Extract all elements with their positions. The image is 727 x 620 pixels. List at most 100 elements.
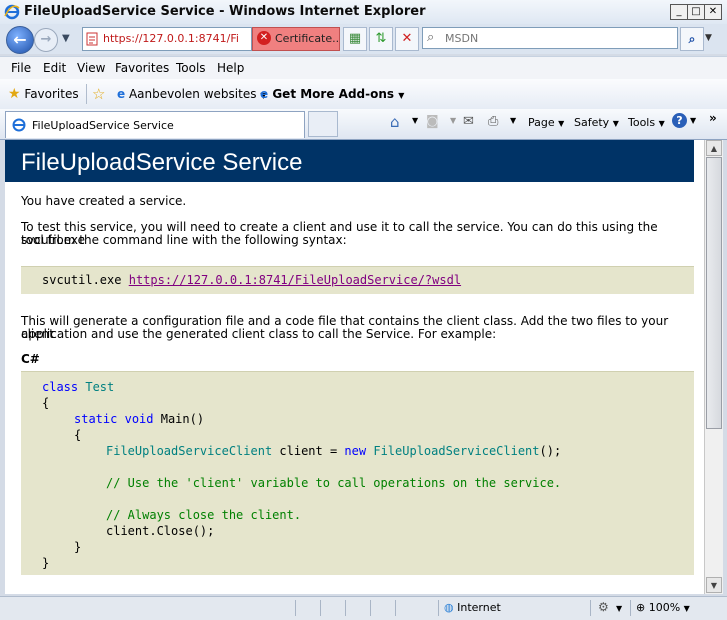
compatibility-view-button[interactable]: ▦	[343, 27, 367, 51]
code-line-1: class Test	[42, 380, 114, 394]
favorites-bar: ★ Favorites ☆ e Aanbevolen websites ▼ e …	[0, 79, 727, 110]
status-divider	[630, 600, 631, 616]
chevron-down-icon[interactable]: ▼	[616, 604, 622, 613]
chevron-down-icon[interactable]: ▼	[450, 116, 456, 125]
search-input[interactable]	[443, 30, 675, 46]
menu-favorites[interactable]: Favorites	[115, 61, 169, 75]
close-window-button[interactable]: ✕	[704, 4, 722, 20]
code-text: Main()	[160, 412, 205, 426]
certificate-error-label: Certificate...	[275, 32, 340, 45]
menu-bar: File Edit View Favorites Tools Help	[0, 56, 727, 80]
menu-view[interactable]: View	[77, 61, 105, 75]
forward-arrow-icon: →	[40, 32, 52, 47]
tab-page-icon	[12, 118, 26, 132]
home-icon[interactable]: ⌂	[390, 113, 400, 131]
address-row: ← → ▼ https://127.0.0.1:8741/Fi ✕ Certif…	[0, 24, 727, 54]
new-tab-button[interactable]	[308, 111, 338, 137]
search-box[interactable]: ⌕	[422, 27, 678, 49]
back-button[interactable]: ←	[6, 26, 34, 54]
scroll-down-button[interactable]: ▼	[706, 577, 722, 593]
search-options-dropdown-icon[interactable]: ▼	[705, 33, 712, 43]
get-addons-label: Get More Add-ons	[272, 87, 395, 101]
status-divider	[438, 600, 439, 616]
chevron-down-icon: ▼	[658, 119, 665, 128]
refresh-icon: ⇅	[375, 31, 387, 46]
safety-menu[interactable]: Safety ▼	[574, 116, 619, 129]
suggested-sites-button[interactable]: e Aanbevolen websites ▼	[117, 87, 266, 101]
code-keyword: new	[344, 444, 367, 458]
compatibility-icon: ▦	[348, 31, 362, 46]
add-to-favorites-icon[interactable]: ☆	[92, 85, 105, 103]
menu-file[interactable]: File	[11, 61, 31, 75]
scroll-up-button[interactable]: ▲	[706, 140, 722, 156]
generate-line-2: application and use the generated client…	[21, 327, 497, 341]
menu-help[interactable]: Help	[217, 61, 244, 75]
chevron-down-icon: ▼	[612, 119, 619, 128]
wsdl-link[interactable]: https://127.0.0.1:8741/FileUploadService…	[129, 273, 461, 287]
page-menu[interactable]: Page ▼	[528, 116, 564, 129]
search-button[interactable]: ⌕	[680, 27, 704, 51]
certificate-error-button[interactable]: ✕ Certificate...	[252, 27, 340, 51]
code-type: FileUploadServiceClient	[106, 444, 273, 458]
chevron-down-icon[interactable]: ▼	[690, 116, 696, 125]
ie-page-icon: e	[117, 87, 126, 101]
address-field[interactable]: https://127.0.0.1:8741/Fi	[82, 27, 252, 51]
favorites-button[interactable]: ★ Favorites	[8, 86, 79, 102]
stop-button[interactable]: ✕	[395, 27, 419, 51]
status-divider	[320, 600, 321, 616]
status-divider	[295, 600, 296, 616]
history-dropdown-icon[interactable]: ▼	[62, 33, 70, 44]
zoom-level: 100%	[648, 601, 681, 614]
code-keyword: void	[124, 412, 154, 426]
feeds-icon[interactable]: ◙	[426, 114, 439, 129]
zone-label: Internet	[457, 601, 501, 614]
code-line-8: client.Close();	[106, 524, 215, 538]
zoom-control[interactable]: ⊕ 100% ▼	[636, 601, 690, 614]
scroll-thumb[interactable]	[706, 157, 722, 429]
forward-button[interactable]: →	[34, 28, 58, 52]
code-comment: // Always close the client.	[106, 508, 302, 522]
address-url: https://127.0.0.1:8741/Fi	[103, 32, 239, 45]
get-addons-button[interactable]: e Get More Add-ons ▼	[260, 87, 404, 101]
code-line-5: FileUploadServiceClient client = new Fil…	[106, 444, 561, 458]
menu-edit[interactable]: Edit	[43, 61, 66, 75]
refresh-button[interactable]: ⇅	[369, 27, 393, 51]
maximize-button[interactable]: □	[687, 4, 705, 20]
chevron-down-icon: ▼	[558, 119, 565, 128]
cert-error-icon: ✕	[257, 31, 271, 45]
status-divider	[345, 600, 346, 616]
menu-tools[interactable]: Tools	[176, 61, 206, 75]
language-label: C#	[21, 352, 40, 366]
page-title: FileUploadService Service	[21, 149, 303, 176]
print-icon[interactable]: ⎙	[488, 114, 498, 129]
code-text: client =	[272, 444, 345, 458]
status-divider	[395, 600, 396, 616]
security-zone[interactable]: ◍ Internet	[444, 601, 501, 614]
protected-mode-icon[interactable]: ⚙	[598, 600, 609, 614]
code-type: Test	[85, 380, 115, 394]
svcutil-box: svcutil.exe https://127.0.0.1:8741/FileU…	[21, 266, 694, 294]
help-icon[interactable]: ?	[672, 113, 687, 128]
mail-icon[interactable]: ✉	[463, 114, 474, 129]
code-line-9: }	[74, 540, 82, 554]
favbar-divider	[86, 84, 87, 104]
favorites-label: Favorites	[24, 87, 79, 101]
code-line-2: {	[42, 396, 50, 410]
vertical-scrollbar[interactable]: ▲ ▼	[704, 140, 723, 594]
window-titlebar[interactable]: FileUploadService Service - Windows Inte…	[0, 0, 727, 25]
page-icon	[86, 32, 98, 46]
code-sample: class Test { static void Main() { FileUp…	[21, 371, 694, 575]
page-header: FileUploadService Service	[5, 140, 694, 182]
chevron-down-icon[interactable]: ▼	[412, 116, 418, 125]
status-divider	[370, 600, 371, 616]
status-bar: ◍ Internet ⚙ ▼ ⊕ 100% ▼	[0, 596, 727, 620]
chevron-down-icon[interactable]: ▼	[510, 116, 516, 125]
tab-active[interactable]: FileUploadService Service	[5, 111, 305, 138]
minimize-button[interactable]: _	[670, 4, 688, 20]
tools-menu[interactable]: Tools ▼	[628, 116, 665, 129]
suggested-sites-label: Aanbevolen websites	[128, 87, 257, 101]
code-text: ();	[539, 444, 562, 458]
back-arrow-icon: ←	[13, 30, 27, 49]
toolbar-overflow-icon[interactable]: »	[709, 111, 717, 125]
code-line-4: {	[74, 428, 82, 442]
